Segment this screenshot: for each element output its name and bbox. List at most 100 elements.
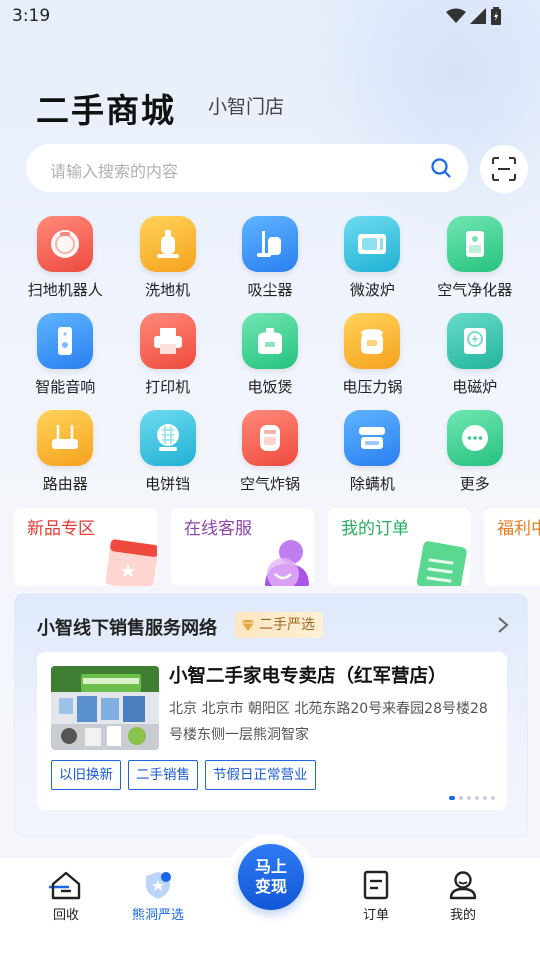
category-vacuum[interactable]: 吸尘器 [219, 216, 321, 313]
cash-out-line2: 变现 [254, 877, 287, 896]
promo-benefits[interactable]: 福利中心 [484, 508, 540, 586]
bottom-nav: 回收 熊洞严选 马上 变现 订单 我的 [0, 834, 540, 960]
network-title: 小智线下销售服务网络 [37, 618, 217, 639]
category-air-purifier[interactable]: 空气净化器 [424, 216, 526, 313]
category-label: 微波炉 [349, 281, 395, 299]
category-electric-pan[interactable]: 电饼铛 [116, 410, 218, 507]
status-icons [446, 7, 502, 25]
store-tag: 节假日正常营业 [205, 760, 316, 790]
category-row: 路由器 电饼铛 空气炸锅 除螨机 更多 [14, 410, 526, 507]
nav-select[interactable]: 熊洞严选 [118, 870, 198, 923]
category-label: 洗地机 [145, 281, 191, 299]
carousel-dot [459, 796, 463, 800]
promo-label: 我的订单 [341, 519, 409, 539]
status-time: 3:19 [12, 6, 51, 26]
nav-label: 订单 [362, 908, 389, 923]
category-row: 扫地机器人 洗地机 吸尘器 微波炉 空气净化器 [14, 216, 526, 313]
category-smart-speaker[interactable]: 智能音响 [14, 313, 116, 410]
router-icon [37, 410, 94, 466]
nav-orders[interactable]: 订单 [336, 870, 416, 923]
chevron-right-icon[interactable] [497, 616, 509, 634]
search-input[interactable]: 请输入搜索的内容 [26, 144, 468, 192]
badge-label: 二手严选 [259, 617, 315, 633]
category-label: 路由器 [42, 475, 88, 493]
promo-label: 新品专区 [27, 519, 95, 539]
air-fryer-icon [241, 410, 298, 466]
signal-icon [470, 8, 486, 24]
store-address: 北京 北京市 朝阳区 北苑东路20号来春园28号楼28号楼东侧一层熊洞智家 [169, 701, 488, 743]
diamond-icon [242, 620, 254, 631]
nav-label: 回收 [52, 908, 79, 923]
category-label: 更多 [459, 475, 490, 493]
background-decoration [300, 0, 540, 240]
promo-new-arrivals[interactable]: 新品专区 [14, 508, 157, 586]
category-label: 空气净化器 [437, 281, 513, 299]
category-printer[interactable]: 打印机 [116, 313, 218, 410]
category-label: 电饼铛 [145, 475, 191, 493]
promo-label: 福利中心 [497, 519, 540, 539]
scan-button[interactable] [480, 145, 528, 193]
nav-label: 熊洞严选 [131, 908, 184, 923]
customer-service-icon [265, 540, 309, 586]
category-label: 电饭煲 [247, 378, 293, 396]
battery-icon [491, 7, 501, 25]
page-title: 二手商城 [36, 91, 176, 130]
nav-recycle[interactable]: 回收 [26, 870, 106, 923]
category-label: 除螨机 [349, 475, 395, 493]
floor-washer-icon [139, 216, 196, 272]
vacuum-cleaner-icon [241, 216, 298, 272]
induction-cooker-icon [446, 313, 503, 369]
store-network-card: 小智线下销售服务网络 二手严选 小智二手家电专卖店（红军营店） 北京 北京市 朝… [14, 593, 528, 837]
search-icon[interactable] [430, 157, 452, 179]
store-item[interactable]: 小智二手家电专卖店（红军营店） 北京 北京市 朝阳区 北苑东路20号来春园28号… [37, 652, 507, 810]
printer-icon [139, 313, 196, 369]
category-row: 智能音响 打印机 电饭煲 电压力锅 电磁炉 [14, 313, 526, 410]
nav-label: 我的 [449, 908, 476, 923]
pressure-cooker-icon [344, 313, 401, 369]
category-robot-vacuum[interactable]: 扫地机器人 [14, 216, 116, 313]
wifi-icon [446, 8, 466, 23]
store-photo [51, 666, 159, 750]
category-mite-remover[interactable]: 除螨机 [321, 410, 423, 507]
promo-customer-service[interactable]: 在线客服 [171, 508, 314, 586]
category-pressure-cooker[interactable]: 电压力锅 [321, 313, 423, 410]
air-purifier-icon [446, 216, 503, 272]
store-tag: 二手销售 [128, 760, 198, 790]
store-tags: 以旧换新 二手销售 节假日正常营业 [51, 760, 316, 790]
store-name[interactable]: 小智门店 [208, 92, 284, 119]
category-more[interactable]: 更多 [424, 410, 526, 507]
nav-mine[interactable]: 我的 [423, 870, 503, 923]
category-grid: 扫地机器人 洗地机 吸尘器 微波炉 空气净化器 智能音响 打印机 电饭煲 电压力… [14, 216, 526, 507]
category-rice-cooker[interactable]: 电饭煲 [219, 313, 321, 410]
category-label: 电压力锅 [342, 378, 403, 396]
robot-vacuum-icon [37, 216, 94, 272]
carousel-dot [491, 796, 495, 800]
smart-speaker-icon [37, 313, 94, 369]
category-router[interactable]: 路由器 [14, 410, 116, 507]
order-list-icon [416, 541, 467, 586]
promo-label: 在线客服 [184, 519, 252, 539]
scan-icon [492, 157, 516, 181]
mite-remover-icon [344, 410, 401, 466]
category-floor-washer[interactable]: 洗地机 [116, 216, 218, 313]
category-induction-cooker[interactable]: 电磁炉 [424, 313, 526, 410]
electric-pan-icon [139, 410, 196, 466]
more-icon [446, 410, 503, 466]
carousel-dot [449, 796, 455, 800]
home-icon [49, 871, 81, 900]
category-label: 空气炸锅 [239, 475, 300, 493]
user-icon [449, 871, 477, 900]
category-label: 扫地机器人 [27, 281, 103, 299]
promo-my-orders[interactable]: 我的订单 [328, 508, 471, 586]
cash-out-line1: 马上 [254, 857, 287, 876]
store-name-title: 小智二手家电专卖店（红军营店） [169, 666, 447, 687]
search-placeholder: 请输入搜索的内容 [50, 162, 179, 181]
category-air-fryer[interactable]: 空气炸锅 [219, 410, 321, 507]
category-label: 智能音响 [35, 378, 96, 396]
microwave-icon [344, 216, 401, 272]
category-microwave[interactable]: 微波炉 [321, 216, 423, 313]
carousel-indicator [449, 796, 495, 800]
center-button-wrap: 马上 变现 [226, 834, 316, 924]
cash-out-button[interactable]: 马上 变现 [238, 844, 304, 910]
status-bar: 3:19 [0, 0, 540, 34]
